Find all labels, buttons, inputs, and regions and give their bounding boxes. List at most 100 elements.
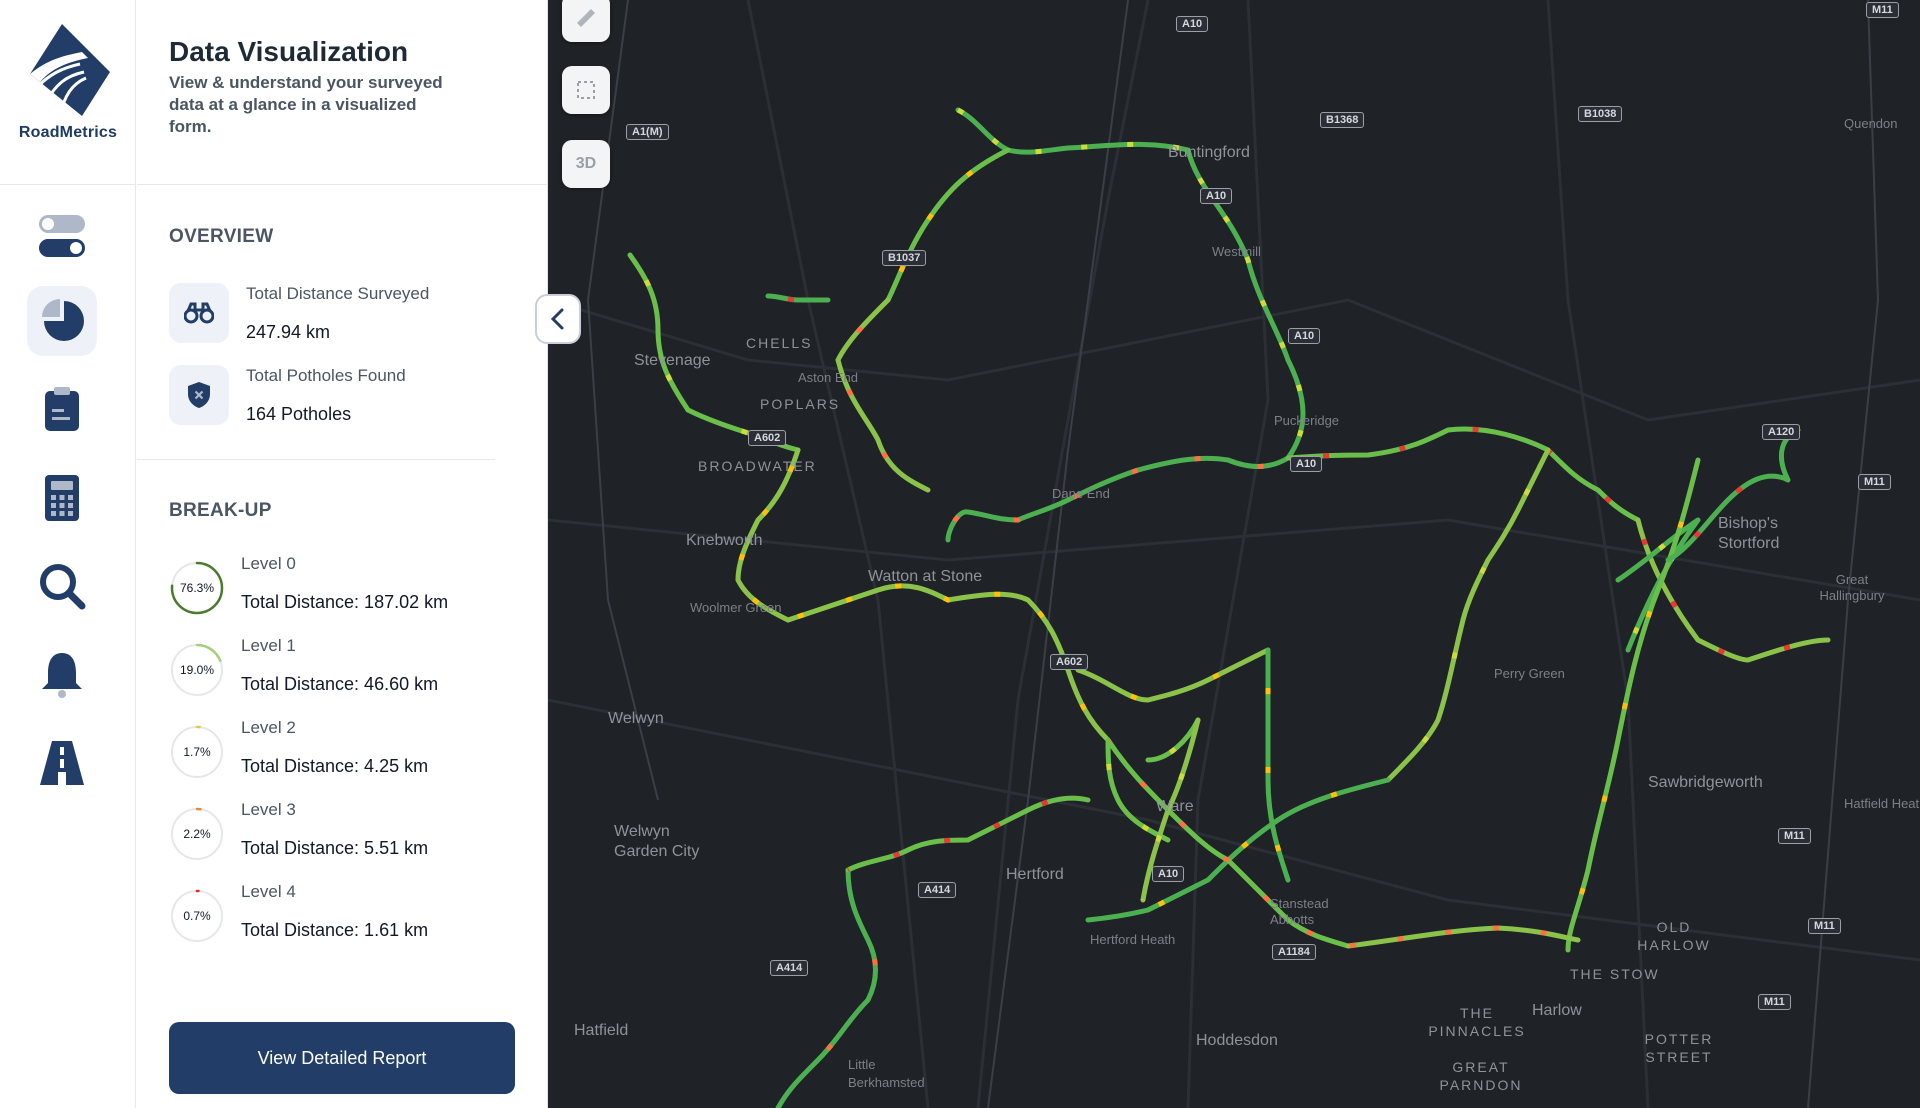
clipboard-icon [45,387,79,431]
road-shield: A414 [770,960,809,976]
3d-label: 3D [575,155,597,172]
chevron-left-icon [550,308,564,330]
view-report-button[interactable]: View Detailed Report [169,1022,515,1094]
rail-item-toggle[interactable] [27,202,97,272]
collapse-panel-button[interactable] [535,294,581,344]
distance-label: Total Distance Surveyed [246,284,430,303]
road-shield: A602 [1050,654,1089,670]
road-shield: M11 [1808,918,1841,934]
distance-value: 247.94 km [246,322,331,342]
level-percent: 0.7% [183,909,211,923]
route-defect-segment [945,455,1290,541]
level-distance: Total Distance: 1.61 km [241,920,429,940]
level-distance: Total Distance: 46.60 km [241,674,439,694]
place-label: THE PINNACLES [1428,1005,1526,1039]
road-shield: A10 [1290,456,1323,472]
level-percent: 76.3% [179,581,215,595]
breakup-level: 1.7% Level 2 Total Distance: 4.25 km [169,718,529,779]
select-area-button[interactable] [562,66,610,114]
place-label: Bishop's Stortford [1718,515,1780,552]
route-defect-segment [1265,650,1291,881]
level-percent: 19.0% [179,663,215,677]
rail-item-calculator[interactable] [27,463,97,533]
survey-route[interactable] [765,293,831,303]
survey-route[interactable] [1385,447,1551,783]
3d-toggle-button[interactable]: 3D [562,140,610,188]
survey-route[interactable] [1075,647,1271,703]
level-name: Level 1 [241,636,296,655]
place-label: Puckeridge [1274,413,1340,428]
road-shield: A414 [918,882,957,898]
survey-route[interactable] [1285,426,1641,523]
level-percent: 1.7% [183,745,211,759]
brand-name: RoadMetrics [18,124,118,141]
binoculars-icon [184,302,214,324]
place-label: Aston End [798,370,858,385]
bell-icon [42,653,82,698]
survey-route[interactable] [885,147,1011,303]
survey-route[interactable] [1565,457,1701,953]
shield-icon [188,382,210,408]
level-name: Level 3 [241,800,296,819]
search-icon [40,564,86,610]
brand-logo[interactable]: RoadMetrics [0,0,136,185]
place-label: Hertford [1006,866,1064,883]
info-panel: Data Visualization View & understand you… [137,0,548,1108]
rail-item-notifications[interactable] [27,639,97,709]
place-label: Perry Green [1494,666,1565,681]
road-shield: A10 [1152,866,1185,882]
road-shield: A10 [1176,16,1209,32]
route-defect-segment [835,298,930,493]
place-label: Stevenage [634,352,711,369]
route-defect-segment [885,147,1010,302]
level-name: Level 2 [241,718,296,737]
place-label: Woolmer Green [690,600,782,615]
survey-route[interactable] [1085,777,1391,923]
road-shield: M11 [1758,994,1791,1010]
road-shield: B1038 [1578,106,1623,122]
breakup-level: 19.0% Level 1 Total Distance: 46.60 km [169,636,529,697]
ruler-icon [577,9,595,27]
overview-distance-icon-box [169,283,229,343]
place-label: Watton at Stone [868,568,983,585]
place-label: Welwyn Garden City [614,823,700,860]
breakup-level: 76.3% Level 0 Total Distance: 187.02 km [169,554,529,615]
survey-route[interactable] [945,455,1291,543]
survey-route[interactable] [845,795,1091,873]
survey-route[interactable] [955,107,1306,461]
rail-item-search[interactable] [27,551,97,621]
place-label: Stanstead Abbotts [1270,896,1329,927]
place-label: THE STOW [1570,966,1660,982]
place-label: Buntingford [1168,144,1250,161]
place-label: Great Hallingbury [1819,572,1885,603]
place-label: POTTER STREET [1644,1031,1714,1065]
overview-title: OVERVIEW [169,226,274,247]
level-name: Level 0 [241,554,296,573]
place-label: Sawbridgeworth [1648,774,1763,791]
select-icon [577,81,595,99]
place-label: BROADWATER [698,458,817,474]
page-title: Data Visualization [169,36,409,67]
road-shield: A1(M) [626,124,669,140]
breakup-level: 2.2% Level 3 Total Distance: 5.51 km [169,800,529,861]
ruler-button[interactable] [562,0,610,42]
page-subtitle: View & understand your surveyed data at … [169,73,443,136]
icon-rail: RoadMetrics [0,0,136,1108]
road-shield: B1368 [1320,112,1365,128]
potholes-label: Total Potholes Found [246,366,406,385]
place-label: Dane End [1052,486,1110,501]
road-shield: M11 [1866,2,1899,18]
place-label: Welwyn [608,710,664,727]
survey-routes [627,107,1831,1108]
rail-item-roads[interactable] [27,728,97,798]
rail-item-visualization[interactable] [27,286,97,356]
map-view[interactable]: 3D Stevenage CHELLS Aston End POPLARS BR… [548,0,1920,1108]
road-shield: B1037 [882,250,927,266]
rail-item-reports[interactable] [27,374,97,444]
road-shield: M11 [1858,474,1891,490]
survey-route[interactable] [1105,717,1201,843]
level-percent: 2.2% [183,827,211,841]
place-label: Hertford Heath [1090,932,1176,947]
route-defect-segment [1287,426,1640,523]
place-label: Harlow [1532,1002,1582,1019]
